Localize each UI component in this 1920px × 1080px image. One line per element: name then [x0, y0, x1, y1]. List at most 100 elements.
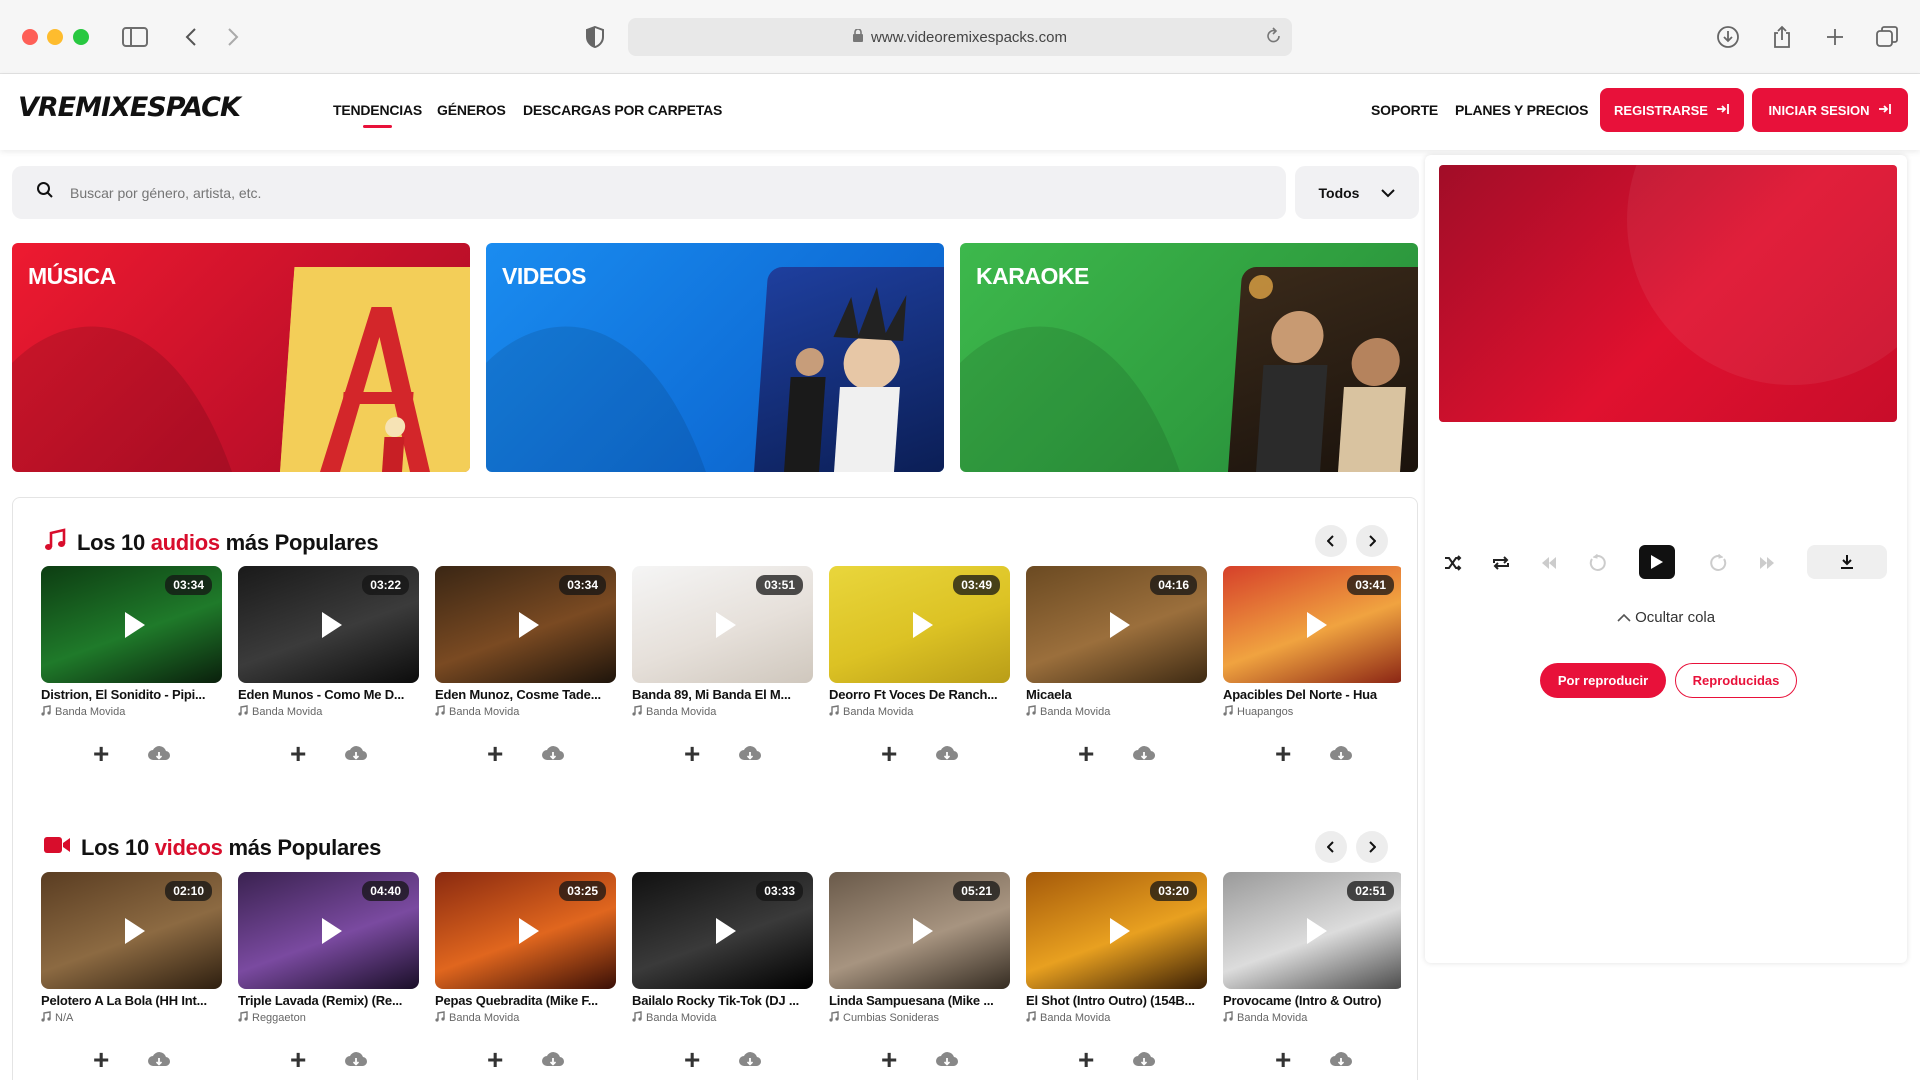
tab-por-reproducir[interactable]: Por reproducir — [1540, 663, 1666, 698]
add-to-queue-icon[interactable]: + — [93, 1046, 109, 1073]
card-title[interactable]: El Shot (Intro Outro) (154B... — [1026, 993, 1207, 1008]
minimize-window-button[interactable] — [47, 29, 63, 45]
forward-icon[interactable] — [218, 22, 248, 52]
card-thumbnail[interactable]: 02:10 — [41, 872, 222, 989]
play-icon[interactable] — [1306, 611, 1327, 638]
back-icon[interactable] — [176, 22, 206, 52]
card-title[interactable]: Apacibles Del Norte - Hua — [1223, 687, 1401, 702]
card-title[interactable]: Deorro Ft Voces De Ranch... — [829, 687, 1010, 702]
cloud-download-icon[interactable] — [344, 1051, 368, 1072]
card-title[interactable]: Pepas Quebradita (Mike F... — [435, 993, 616, 1008]
rewind-10-icon[interactable] — [1583, 549, 1611, 577]
add-to-queue-icon[interactable]: + — [1078, 740, 1094, 767]
card-thumbnail[interactable]: 03:34 — [435, 566, 616, 683]
nav-generos[interactable]: GÉNEROS — [437, 102, 506, 118]
play-button[interactable] — [1639, 545, 1675, 579]
play-icon[interactable] — [1306, 917, 1327, 944]
card-title[interactable]: Linda Sampuesana (Mike ... — [829, 993, 1010, 1008]
category-musica[interactable]: MÚSICA — [12, 243, 470, 472]
card-title[interactable]: Micaela — [1026, 687, 1207, 702]
videos-prev-arrow[interactable] — [1315, 831, 1347, 863]
videos-card[interactable]: 03:20 El Shot (Intro Outro) (154B... Ban… — [1026, 872, 1207, 1072]
close-window-button[interactable] — [22, 29, 38, 45]
play-icon[interactable] — [715, 917, 736, 944]
skip-forward-icon[interactable] — [1753, 549, 1781, 577]
cloud-download-icon[interactable] — [541, 1051, 565, 1072]
card-title[interactable]: Triple Lavada (Remix) (Re... — [238, 993, 419, 1008]
cloud-download-icon[interactable] — [738, 745, 762, 766]
play-icon[interactable] — [1109, 917, 1130, 944]
card-title[interactable]: Eden Munos - Como Me D... — [238, 687, 419, 702]
play-icon[interactable] — [321, 611, 342, 638]
audios-card[interactable]: 03:34 Distrion, El Sonidito - Pipi... Ba… — [41, 566, 222, 766]
tab-overview-icon[interactable] — [1872, 22, 1902, 52]
card-thumbnail[interactable]: 03:41 — [1223, 566, 1401, 683]
card-thumbnail[interactable]: 03:22 — [238, 566, 419, 683]
sidebar-toggle-icon[interactable] — [120, 22, 150, 52]
downloads-icon[interactable] — [1713, 22, 1743, 52]
videos-next-arrow[interactable] — [1356, 831, 1388, 863]
card-title[interactable]: Banda 89, Mi Banda El M... — [632, 687, 813, 702]
videos-card[interactable]: 04:40 Triple Lavada (Remix) (Re... Regga… — [238, 872, 419, 1072]
card-thumbnail[interactable]: 03:49 — [829, 566, 1010, 683]
category-videos[interactable]: VIDEOS — [486, 243, 944, 472]
audios-card[interactable]: 04:16 Micaela Banda Movida + — [1026, 566, 1207, 766]
videos-card[interactable]: 02:51 Provocame (Intro & Outro) Banda Mo… — [1223, 872, 1401, 1072]
nav-planes-y-precios[interactable]: PLANES Y PRECIOS — [1455, 102, 1588, 118]
card-title[interactable]: Pelotero A La Bola (HH Int... — [41, 993, 222, 1008]
play-icon[interactable] — [124, 611, 145, 638]
add-to-queue-icon[interactable]: + — [881, 740, 897, 767]
card-title[interactable]: Provocame (Intro & Outro) — [1223, 993, 1401, 1008]
cloud-download-icon[interactable] — [344, 745, 368, 766]
add-to-queue-icon[interactable]: + — [684, 1046, 700, 1073]
add-to-queue-icon[interactable]: + — [684, 740, 700, 767]
play-icon[interactable] — [124, 917, 145, 944]
card-thumbnail[interactable]: 03:34 — [41, 566, 222, 683]
nav-tendencias[interactable]: TENDENCIAS — [333, 102, 422, 128]
nav-descargas-por-carpetas[interactable]: DESCARGAS POR CARPETAS — [523, 102, 722, 118]
audios-card[interactable]: 03:49 Deorro Ft Voces De Ranch... Banda … — [829, 566, 1010, 766]
play-icon[interactable] — [321, 917, 342, 944]
cloud-download-icon[interactable] — [935, 1051, 959, 1072]
card-title[interactable]: Distrion, El Sonidito - Pipi... — [41, 687, 222, 702]
card-thumbnail[interactable]: 03:20 — [1026, 872, 1207, 989]
card-thumbnail[interactable]: 03:51 — [632, 566, 813, 683]
videos-card[interactable]: 03:33 Bailalo Rocky Tik-Tok (DJ ... Band… — [632, 872, 813, 1072]
address-bar[interactable]: www.videoremixespacks.com — [628, 18, 1292, 56]
card-thumbnail[interactable]: 05:21 — [829, 872, 1010, 989]
audios-card[interactable]: 03:51 Banda 89, Mi Banda El M... Banda M… — [632, 566, 813, 766]
cloud-download-icon[interactable] — [935, 745, 959, 766]
hide-queue-toggle[interactable]: Ocultar cola — [1425, 609, 1907, 626]
cloud-download-icon[interactable] — [1132, 745, 1156, 766]
videos-card[interactable]: 02:10 Pelotero A La Bola (HH Int... N/A … — [41, 872, 222, 1072]
play-icon[interactable] — [912, 611, 933, 638]
card-thumbnail[interactable]: 04:40 — [238, 872, 419, 989]
card-thumbnail[interactable]: 03:33 — [632, 872, 813, 989]
add-to-queue-icon[interactable]: + — [290, 1046, 306, 1073]
videos-card[interactable]: 05:21 Linda Sampuesana (Mike ... Cumbias… — [829, 872, 1010, 1072]
cloud-download-icon[interactable] — [541, 745, 565, 766]
add-to-queue-icon[interactable]: + — [1078, 1046, 1094, 1073]
cloud-download-icon[interactable] — [1132, 1051, 1156, 1072]
play-icon[interactable] — [912, 917, 933, 944]
privacy-shield-icon[interactable] — [580, 22, 610, 52]
add-to-queue-icon[interactable]: + — [487, 1046, 503, 1073]
play-icon[interactable] — [715, 611, 736, 638]
repeat-icon[interactable] — [1487, 549, 1515, 577]
audios-next-arrow[interactable] — [1356, 525, 1388, 557]
card-thumbnail[interactable]: 02:51 — [1223, 872, 1401, 989]
tab-reproducidas[interactable]: Reproducidas — [1675, 663, 1797, 698]
reload-icon[interactable] — [1266, 27, 1282, 49]
play-icon[interactable] — [518, 611, 539, 638]
zoom-window-button[interactable] — [73, 29, 89, 45]
nav-soporte[interactable]: SOPORTE — [1371, 102, 1438, 118]
skip-back-icon[interactable] — [1535, 549, 1563, 577]
search-input[interactable] — [70, 184, 1170, 201]
add-to-queue-icon[interactable]: + — [1275, 1046, 1291, 1073]
add-to-queue-icon[interactable]: + — [93, 740, 109, 767]
audios-prev-arrow[interactable] — [1315, 525, 1347, 557]
card-title[interactable]: Eden Munoz, Cosme Tade... — [435, 687, 616, 702]
audios-card[interactable]: 03:41 Apacibles Del Norte - Hua Huapango… — [1223, 566, 1401, 766]
register-button[interactable]: REGISTRARSE — [1600, 88, 1744, 132]
share-icon[interactable] — [1767, 22, 1797, 52]
